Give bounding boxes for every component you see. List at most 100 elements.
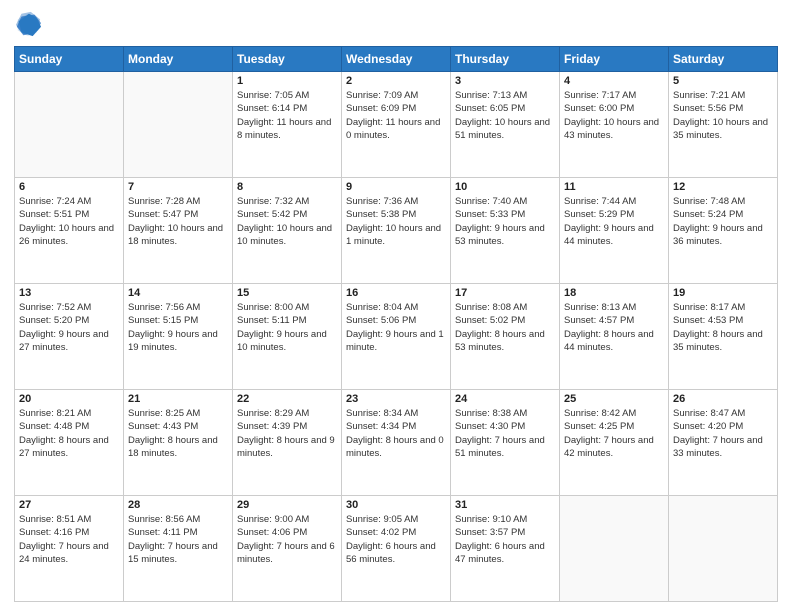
day-info: Sunrise: 8:13 AM Sunset: 4:57 PM Dayligh…: [564, 301, 664, 354]
calendar-cell: 4 Sunrise: 7:17 AM Sunset: 6:00 PM Daylig…: [560, 72, 669, 178]
day-info: Sunrise: 7:05 AM Sunset: 6:14 PM Dayligh…: [237, 89, 337, 142]
day-info: Sunrise: 8:17 AM Sunset: 4:53 PM Dayligh…: [673, 301, 773, 354]
calendar-cell: 24Sunrise: 8:38 AM Sunset: 4:30 PM Dayli…: [451, 390, 560, 496]
day-number: 1: [237, 75, 337, 87]
logo-icon: [14, 10, 42, 38]
day-info: Sunrise: 8:51 AM Sunset: 4:16 PM Dayligh…: [19, 513, 119, 566]
day-info: Sunrise: 9:00 AM Sunset: 4:06 PM Dayligh…: [237, 513, 337, 566]
calendar-cell: 3 Sunrise: 7:13 AM Sunset: 6:05 PM Daylig…: [451, 72, 560, 178]
header-thursday: Thursday: [451, 47, 560, 72]
calendar-cell: 8 Sunrise: 7:32 AM Sunset: 5:42 PM Daylig…: [233, 178, 342, 284]
day-info: Sunrise: 8:47 AM Sunset: 4:20 PM Dayligh…: [673, 407, 773, 460]
day-number: 9: [346, 181, 446, 193]
calendar-cell: 30 Sunrise: 9:05 AM Sunset: 4:02 PM Dayli…: [342, 496, 451, 602]
day-info: Sunrise: 7:40 AM Sunset: 5:33 PM Dayligh…: [455, 195, 555, 248]
calendar-cell: 14Sunrise: 7:56 AM Sunset: 5:15 PM Dayli…: [124, 284, 233, 390]
calendar-cell: 10 Sunrise: 7:40 AM Sunset: 5:33 PM Dayli…: [451, 178, 560, 284]
day-number: 16: [346, 287, 446, 299]
calendar-cell: 28 Sunrise: 8:56 AM Sunset: 4:11 PM Dayli…: [124, 496, 233, 602]
calendar-cell: 31 Sunrise: 9:10 AM Sunset: 3:57 PM Dayli…: [451, 496, 560, 602]
day-number: 7: [128, 181, 228, 193]
day-number: 11: [564, 181, 664, 193]
calendar-table: Sunday Monday Tuesday Wednesday Thursday…: [14, 46, 778, 602]
day-number: 27: [19, 499, 119, 511]
weekday-header-row: Sunday Monday Tuesday Wednesday Thursday…: [15, 47, 778, 72]
day-number: 20: [19, 393, 119, 405]
day-info: Sunrise: 7:09 AM Sunset: 6:09 PM Dayligh…: [346, 89, 446, 142]
header-friday: Friday: [560, 47, 669, 72]
calendar-cell: 15 Sunrise: 8:00 AM Sunset: 5:11 PM Dayli…: [233, 284, 342, 390]
calendar-cell: 9 Sunrise: 7:36 AM Sunset: 5:38 PM Daylig…: [342, 178, 451, 284]
day-number: 12: [673, 181, 773, 193]
calendar-cell: 1 Sunrise: 7:05 AM Sunset: 6:14 PM Daylig…: [233, 72, 342, 178]
day-number: 23: [346, 393, 446, 405]
calendar-week-row: 6 Sunrise: 7:24 AM Sunset: 5:51 PM Daylig…: [15, 178, 778, 284]
day-number: 17: [455, 287, 555, 299]
calendar-cell: 22 Sunrise: 8:29 AM Sunset: 4:39 PM Dayli…: [233, 390, 342, 496]
day-number: 30: [346, 499, 446, 511]
header-sunday: Sunday: [15, 47, 124, 72]
day-info: Sunrise: 7:48 AM Sunset: 5:24 PM Dayligh…: [673, 195, 773, 248]
day-info: Sunrise: 8:42 AM Sunset: 4:25 PM Dayligh…: [564, 407, 664, 460]
calendar-cell: 29Sunrise: 9:00 AM Sunset: 4:06 PM Dayli…: [233, 496, 342, 602]
calendar-cell: 7 Sunrise: 7:28 AM Sunset: 5:47 PM Daylig…: [124, 178, 233, 284]
day-number: 2: [346, 75, 446, 87]
calendar-cell: 26 Sunrise: 8:47 AM Sunset: 4:20 PM Dayli…: [669, 390, 778, 496]
day-info: Sunrise: 8:25 AM Sunset: 4:43 PM Dayligh…: [128, 407, 228, 460]
day-info: Sunrise: 7:24 AM Sunset: 5:51 PM Dayligh…: [19, 195, 119, 248]
day-number: 31: [455, 499, 555, 511]
day-info: Sunrise: 7:13 AM Sunset: 6:05 PM Dayligh…: [455, 89, 555, 142]
calendar-cell: 20 Sunrise: 8:21 AM Sunset: 4:48 PM Dayli…: [15, 390, 124, 496]
calendar-cell: 6 Sunrise: 7:24 AM Sunset: 5:51 PM Daylig…: [15, 178, 124, 284]
day-info: Sunrise: 7:21 AM Sunset: 5:56 PM Dayligh…: [673, 89, 773, 142]
day-number: 26: [673, 393, 773, 405]
calendar-cell: 13Sunrise: 7:52 AM Sunset: 5:20 PM Dayli…: [15, 284, 124, 390]
calendar-week-row: 27 Sunrise: 8:51 AM Sunset: 4:16 PM Dayli…: [15, 496, 778, 602]
day-info: Sunrise: 9:10 AM Sunset: 3:57 PM Dayligh…: [455, 513, 555, 566]
calendar-cell: 5 Sunrise: 7:21 AM Sunset: 5:56 PM Daylig…: [669, 72, 778, 178]
day-number: 15: [237, 287, 337, 299]
day-info: Sunrise: 8:29 AM Sunset: 4:39 PM Dayligh…: [237, 407, 337, 460]
day-number: 25: [564, 393, 664, 405]
page: Sunday Monday Tuesday Wednesday Thursday…: [0, 0, 792, 612]
day-info: Sunrise: 8:21 AM Sunset: 4:48 PM Dayligh…: [19, 407, 119, 460]
day-info: Sunrise: 7:17 AM Sunset: 6:00 PM Dayligh…: [564, 89, 664, 142]
day-number: 5: [673, 75, 773, 87]
calendar-cell: [15, 72, 124, 178]
calendar-cell: 27 Sunrise: 8:51 AM Sunset: 4:16 PM Dayli…: [15, 496, 124, 602]
calendar-cell: 21 Sunrise: 8:25 AM Sunset: 4:43 PM Dayli…: [124, 390, 233, 496]
calendar-cell: 25 Sunrise: 8:42 AM Sunset: 4:25 PM Dayli…: [560, 390, 669, 496]
day-number: 22: [237, 393, 337, 405]
day-info: Sunrise: 7:28 AM Sunset: 5:47 PM Dayligh…: [128, 195, 228, 248]
calendar-cell: 2 Sunrise: 7:09 AM Sunset: 6:09 PM Daylig…: [342, 72, 451, 178]
calendar-cell: [124, 72, 233, 178]
header-monday: Monday: [124, 47, 233, 72]
day-number: 8: [237, 181, 337, 193]
calendar-cell: 18Sunrise: 8:13 AM Sunset: 4:57 PM Dayli…: [560, 284, 669, 390]
day-info: Sunrise: 8:56 AM Sunset: 4:11 PM Dayligh…: [128, 513, 228, 566]
calendar-cell: 17Sunrise: 8:08 AM Sunset: 5:02 PM Dayli…: [451, 284, 560, 390]
calendar-cell: [560, 496, 669, 602]
calendar-cell: [669, 496, 778, 602]
day-info: Sunrise: 9:05 AM Sunset: 4:02 PM Dayligh…: [346, 513, 446, 566]
day-info: Sunrise: 7:52 AM Sunset: 5:20 PM Dayligh…: [19, 301, 119, 354]
day-info: Sunrise: 8:04 AM Sunset: 5:06 PM Dayligh…: [346, 301, 446, 354]
calendar-cell: 19Sunrise: 8:17 AM Sunset: 4:53 PM Dayli…: [669, 284, 778, 390]
day-number: 3: [455, 75, 555, 87]
header: [14, 10, 778, 38]
logo: [14, 10, 46, 38]
calendar-cell: 12 Sunrise: 7:48 AM Sunset: 5:24 PM Dayli…: [669, 178, 778, 284]
day-number: 4: [564, 75, 664, 87]
day-info: Sunrise: 7:36 AM Sunset: 5:38 PM Dayligh…: [346, 195, 446, 248]
day-number: 10: [455, 181, 555, 193]
day-info: Sunrise: 8:00 AM Sunset: 5:11 PM Dayligh…: [237, 301, 337, 354]
day-number: 21: [128, 393, 228, 405]
day-info: Sunrise: 7:32 AM Sunset: 5:42 PM Dayligh…: [237, 195, 337, 248]
day-info: Sunrise: 8:38 AM Sunset: 4:30 PM Dayligh…: [455, 407, 555, 460]
day-number: 6: [19, 181, 119, 193]
calendar-week-row: 1 Sunrise: 7:05 AM Sunset: 6:14 PM Daylig…: [15, 72, 778, 178]
calendar-cell: 23Sunrise: 8:34 AM Sunset: 4:34 PM Dayli…: [342, 390, 451, 496]
day-info: Sunrise: 7:44 AM Sunset: 5:29 PM Dayligh…: [564, 195, 664, 248]
day-number: 28: [128, 499, 228, 511]
day-info: Sunrise: 7:56 AM Sunset: 5:15 PM Dayligh…: [128, 301, 228, 354]
